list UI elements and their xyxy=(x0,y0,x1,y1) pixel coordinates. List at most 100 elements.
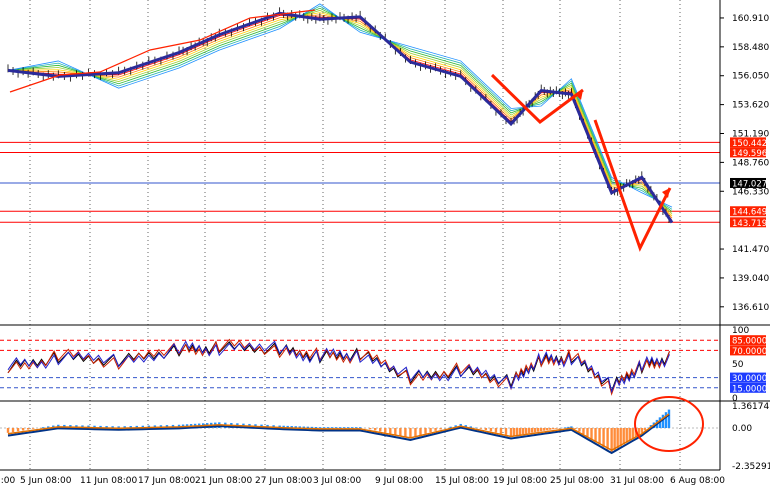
macd-bar xyxy=(643,427,647,431)
time-label: 21 Jun 08:00 xyxy=(195,476,252,486)
macd-bar xyxy=(631,427,634,439)
macd-bar xyxy=(338,427,342,428)
macd-bar xyxy=(598,427,601,445)
level-label: 150.442 xyxy=(732,139,767,149)
time-label: 7:00 xyxy=(0,476,15,486)
macd-bar xyxy=(354,427,358,428)
macd-bar xyxy=(509,427,513,437)
time-label: 6 Aug 08:00 xyxy=(670,476,725,486)
macd-bar xyxy=(479,427,483,429)
macd-bar xyxy=(31,427,35,429)
macd-bar xyxy=(640,427,644,433)
macd-bar xyxy=(314,427,318,428)
level-label: 144.649 xyxy=(732,208,767,218)
macd-bar xyxy=(350,427,354,428)
macd-tick-label: 1.36174 xyxy=(732,402,769,412)
macd-bar xyxy=(358,427,362,428)
macd-bar xyxy=(552,427,555,430)
macd-bar xyxy=(543,427,546,431)
macd-bar xyxy=(661,414,665,428)
macd-bar xyxy=(409,427,412,438)
macd-bar xyxy=(594,427,597,442)
macd-bar xyxy=(404,427,407,437)
macd-bar xyxy=(21,427,25,431)
price-tick-label: 156.050 xyxy=(732,72,769,82)
macd-bar xyxy=(664,412,668,428)
macd-bar xyxy=(610,427,613,453)
macd-bar xyxy=(439,427,442,430)
macd-bar xyxy=(613,427,616,451)
trading-chart[interactable]: 160.910158.480156.050153.620151.190148.7… xyxy=(0,0,770,490)
macd-tick-label: -2.35291 xyxy=(732,462,770,472)
macd-bar xyxy=(530,427,534,433)
macd-bar xyxy=(540,427,543,432)
rsi-tick-label: 100 xyxy=(732,326,749,336)
time-label: 25 Jul 08:00 xyxy=(550,476,604,486)
macd-bar xyxy=(419,427,422,435)
macd-bar xyxy=(628,427,631,441)
macd-bar xyxy=(518,427,522,435)
macd-bar xyxy=(515,427,519,436)
price-tick-label: 158.480 xyxy=(732,43,769,53)
macd-bar xyxy=(16,427,20,432)
time-label: 9 Jul 08:00 xyxy=(375,476,424,486)
macd-bar xyxy=(590,427,593,440)
level-label: 147.027 xyxy=(732,179,767,189)
macd-bar xyxy=(368,427,372,430)
price-tick-label: 139.040 xyxy=(732,274,769,284)
macd-bar xyxy=(555,427,558,429)
time-label: 5 Jun 08:00 xyxy=(20,476,72,486)
macd-bar xyxy=(346,427,350,428)
macd-bar xyxy=(504,427,508,435)
time-label: 11 Jun 08:00 xyxy=(80,476,137,486)
time-label: 27 Jun 08:00 xyxy=(255,476,312,486)
macd-bar xyxy=(499,427,503,434)
macd-bar xyxy=(6,427,10,433)
macd-bar xyxy=(494,427,498,433)
level-label: 143.719 xyxy=(732,219,767,229)
macd-bar xyxy=(379,427,382,432)
macd-bar xyxy=(536,427,540,432)
time-label: 31 Jul 08:00 xyxy=(610,476,664,486)
macd-bar xyxy=(318,427,322,428)
macd-bar xyxy=(334,427,338,428)
macd-bar xyxy=(546,427,549,431)
time-label: 17 Jun 08:00 xyxy=(138,476,195,486)
macd-bar xyxy=(326,427,330,428)
macd-bar xyxy=(586,427,589,437)
price-tick-label: 148.760 xyxy=(732,158,769,168)
macd-bar xyxy=(527,427,531,434)
time-label: 19 Jul 08:00 xyxy=(493,476,547,486)
macd-bar xyxy=(489,427,493,432)
macd-bar xyxy=(564,427,567,428)
macd-bar xyxy=(625,427,628,443)
macd-bar xyxy=(310,426,314,428)
macd-bar xyxy=(399,427,402,436)
macd-bar xyxy=(549,427,552,430)
macd-bar xyxy=(619,427,622,447)
macd-bar xyxy=(330,427,334,428)
macd-bar xyxy=(521,427,525,435)
price-tick-label: 153.620 xyxy=(732,101,769,111)
macd-bar xyxy=(533,427,537,433)
macd-tick-label: 0.00 xyxy=(732,424,752,434)
macd-bar xyxy=(424,427,427,434)
price-tick-label: 160.910 xyxy=(732,14,769,24)
macd-bar xyxy=(42,427,45,428)
macd-bar xyxy=(434,427,437,431)
price-tick-label: 141.470 xyxy=(732,245,769,255)
macd-bar xyxy=(622,427,625,445)
level-label: 149.596 xyxy=(732,149,767,159)
macd-bar xyxy=(374,427,377,431)
macd-bar xyxy=(574,427,577,429)
rsi-level-label: 70.0000 xyxy=(732,347,767,357)
macd-bar xyxy=(26,427,30,430)
macd-bar xyxy=(582,427,585,435)
macd-bar xyxy=(389,427,392,434)
macd-bar xyxy=(606,427,609,450)
macd-bar xyxy=(394,427,397,435)
macd-bar xyxy=(578,427,581,432)
time-label: 15 Jul 08:00 xyxy=(435,476,489,486)
macd-bar xyxy=(484,427,488,431)
macd-bar xyxy=(616,427,619,449)
